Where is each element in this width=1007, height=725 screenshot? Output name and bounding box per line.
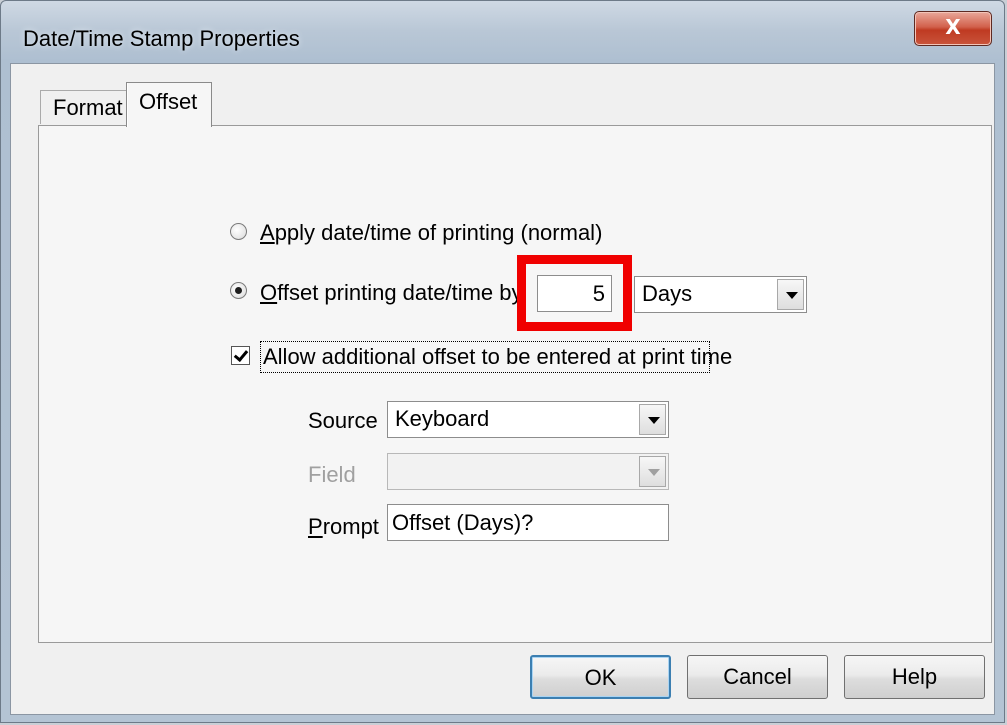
dialog-client-area: Format Offset [10,63,995,715]
tab-offset[interactable]: Offset [126,82,212,127]
radio-apply-normal-text: pply date/time of printing (normal) [274,220,603,245]
tab-format[interactable]: Format [40,90,128,124]
field-label: Field [308,462,356,487]
allow-offset-label[interactable]: Allow additional offset to be entered at… [263,344,732,370]
offset-tab-panel [38,125,992,643]
radio-offset-text: ffset printing date/time by [277,280,523,305]
chevron-down-icon[interactable] [639,456,666,487]
allow-offset-checkbox[interactable] [231,346,250,365]
radio-apply-normal-label[interactable]: Apply date/time of printing (normal) [260,220,602,246]
title-bar[interactable]: Date/Time Stamp Properties X [1,1,1004,63]
field-select[interactable] [387,453,669,490]
window-title: Date/Time Stamp Properties [23,26,300,51]
help-button[interactable]: Help [844,655,985,699]
chevron-down-icon[interactable] [777,279,804,310]
prompt-label-text: rompt [322,514,379,539]
radio-apply-normal[interactable] [230,223,247,240]
tab-offset-label: Offset [139,89,198,114]
source-label: Source [308,408,378,433]
offset-value-input[interactable]: 5 [537,275,612,312]
dialog-window: Date/Time Stamp Properties X Format Offs… [0,0,1005,723]
cancel-button[interactable]: Cancel [687,655,828,699]
offset-unit-value: Days [642,281,693,306]
close-button[interactable]: X [914,11,992,46]
radio-offset-label[interactable]: Offset printing date/time by [260,280,523,306]
prompt-input[interactable]: Offset (Days)? [387,504,669,541]
radio-offset[interactable] [230,282,247,299]
prompt-label: Prompt [308,514,379,539]
chevron-down-icon[interactable] [639,404,666,435]
source-select[interactable]: Keyboard [387,401,669,438]
source-value: Keyboard [395,406,490,431]
tab-format-label: Format [53,95,123,120]
close-icon: X [945,15,961,39]
offset-unit-select[interactable]: Days [634,276,807,313]
ok-button[interactable]: OK [530,655,671,699]
